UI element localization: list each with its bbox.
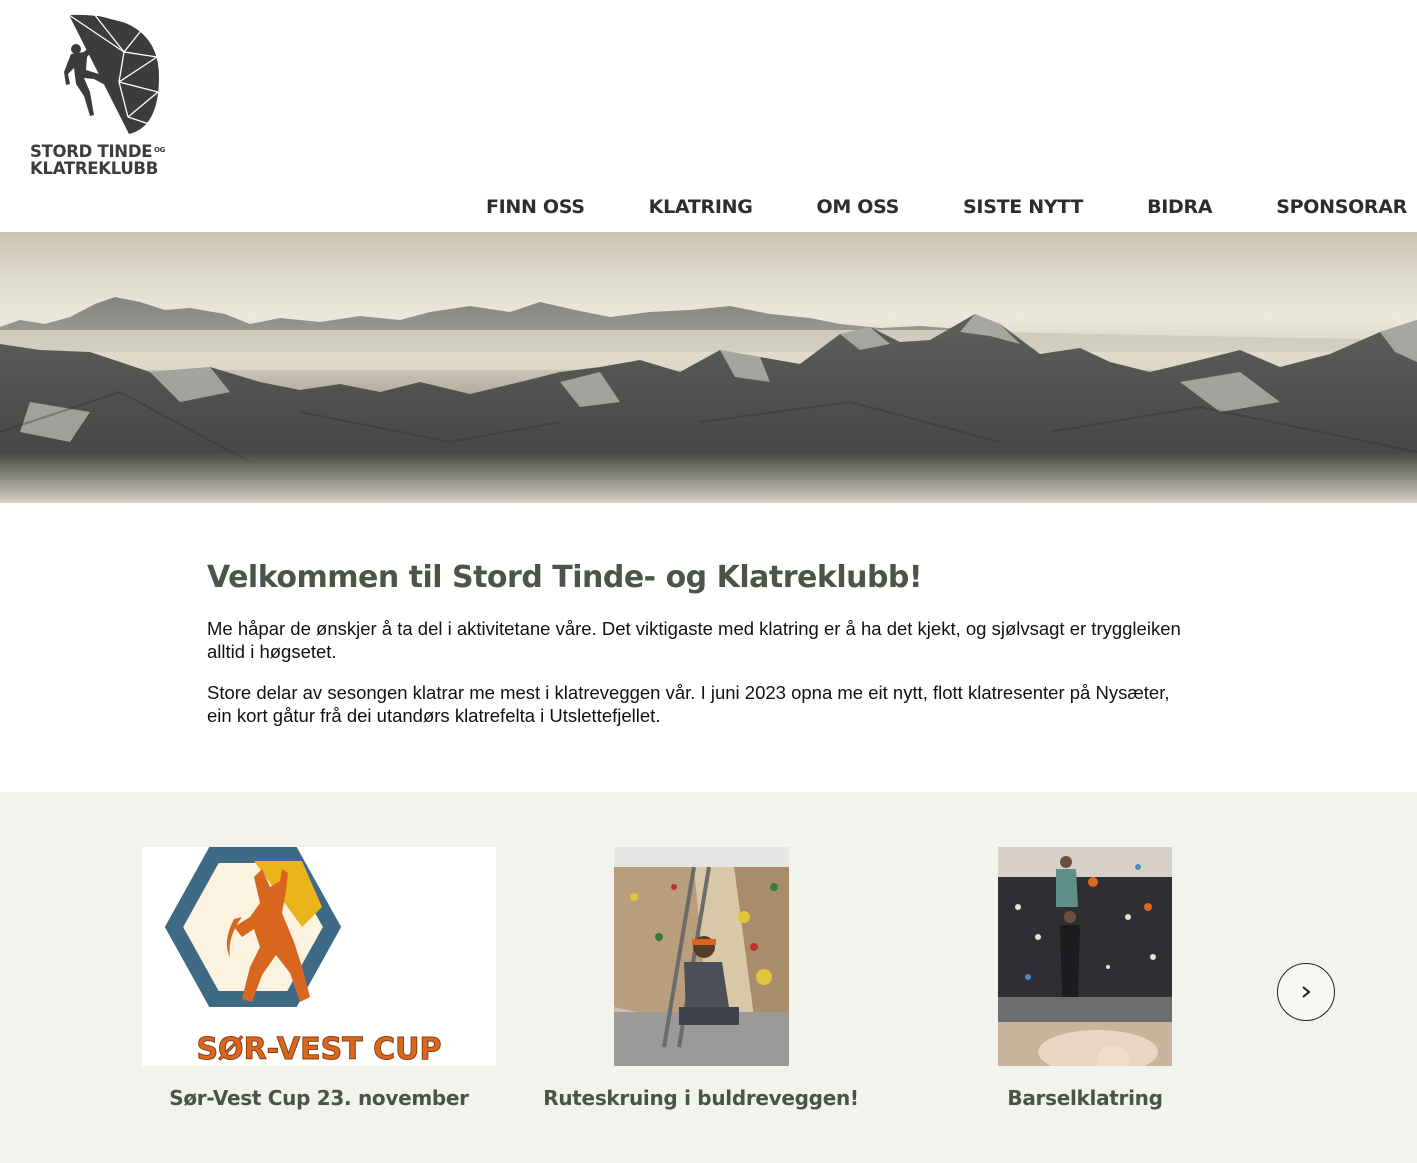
nav-item-klatring[interactable]: KLATRING [649, 196, 753, 218]
hero-mountain-image [0, 232, 1417, 503]
nav-item-finn-oss[interactable]: FINN OSS [486, 196, 585, 218]
site-logo[interactable]: STORD TINDE OG KLATREKLUBB [24, 12, 174, 182]
carousel-next-button[interactable] [1277, 963, 1335, 1021]
news-card-title[interactable]: Ruteskruing i buldreveggen! [501, 1086, 901, 1110]
news-card-image [614, 847, 789, 1066]
news-carousel: SØR-VEST CUP Sør-Vest Cup 23. november R… [0, 792, 1417, 1163]
climber-logo-icon [64, 13, 159, 135]
sor-vest-cup-logo: SØR-VEST CUP [164, 847, 442, 1066]
nav-item-om-oss[interactable]: OM OSS [817, 196, 900, 218]
news-card-image: SØR-VEST CUP [142, 847, 496, 1066]
nav-item-sponsorar[interactable]: SPONSORAR [1276, 196, 1407, 218]
logo-line-2: KLATREKLUBB [30, 159, 158, 178]
logo-og: OG [154, 146, 166, 154]
nav-item-siste-nytt[interactable]: SISTE NYTT [963, 196, 1083, 218]
welcome-paragraph-2: Store delar av sesongen klatrar me mest … [207, 682, 1170, 726]
main-nav: FINN OSS KLATRING OM OSS SISTE NYTT BIDR… [486, 196, 1407, 218]
news-card-title[interactable]: Sør-Vest Cup 23. november [119, 1086, 519, 1110]
welcome-title: Velkommen til Stord Tinde- og Klatreklub… [207, 560, 923, 595]
nav-item-bidra[interactable]: BIDRA [1147, 196, 1212, 218]
news-card-image [998, 847, 1172, 1066]
site-header: STORD TINDE OG KLATREKLUBB FINN OSS KLATR… [0, 0, 1417, 232]
news-card-title[interactable]: Barselklatring [885, 1086, 1285, 1110]
logo-wordmark: STORD TINDE OG KLATREKLUBB [30, 143, 165, 178]
welcome-section: Velkommen til Stord Tinde- og Klatreklub… [207, 560, 1187, 745]
welcome-paragraph-1: Me håpar de ønskjer å ta del i aktivitet… [207, 618, 1181, 662]
sor-vest-cup-logo-text: SØR-VEST CUP [196, 1032, 441, 1066]
chevron-right-icon [1302, 986, 1311, 998]
